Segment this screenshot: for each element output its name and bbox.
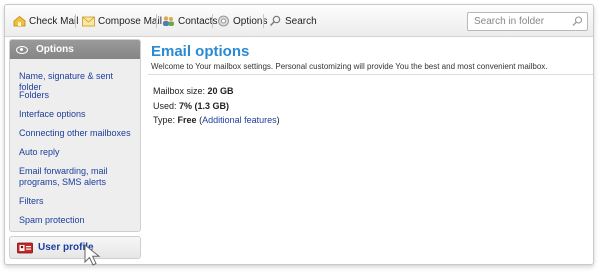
used-value: 7% (1.3 GB) [179, 101, 230, 111]
app-window: Check Mail Compose Mail Contacts Options [4, 4, 594, 265]
mailbox-size-label: Mailbox size: [153, 86, 206, 96]
search-icon [269, 15, 282, 27]
magnifier-icon[interactable] [572, 16, 583, 27]
type-row: Type: Free (Additional features) [153, 115, 280, 125]
search-input[interactable] [468, 13, 568, 30]
compose-mail-icon [82, 15, 95, 27]
toolbar-divider [156, 14, 157, 28]
user-profile-button[interactable]: User profile [9, 236, 141, 259]
sidebar-item-folders[interactable]: Folders [19, 90, 137, 101]
type-label: Type: [153, 115, 176, 125]
sidebar-item-email-forwarding[interactable]: Email forwarding, mail programs, SMS ale… [19, 166, 119, 188]
contacts-icon [162, 15, 175, 27]
compose-mail-button[interactable]: Compose Mail [82, 13, 162, 29]
user-profile-icon [17, 241, 34, 257]
search-button[interactable]: Search [269, 13, 317, 29]
options-button[interactable]: Options [217, 13, 267, 29]
contacts-button[interactable]: Contacts [162, 13, 217, 29]
toolbar-divider [263, 14, 264, 28]
page-title: Email options [151, 43, 250, 60]
sidebar-header[interactable]: Options [10, 40, 140, 59]
mouse-cursor-icon [84, 243, 108, 272]
options-icon [217, 15, 230, 27]
additional-features-link[interactable]: Additional features [202, 115, 277, 125]
sidebar-item-filters[interactable]: Filters [19, 196, 137, 207]
toolbar-divider [75, 14, 76, 28]
sidebar-item-spam-protection[interactable]: Spam protection [19, 215, 137, 226]
sidebar-header-label: Options [36, 44, 74, 55]
sidebar-item-connecting-mailboxes[interactable]: Connecting other mailboxes [19, 128, 137, 139]
compose-mail-label: Compose Mail [98, 15, 162, 27]
options-sidebar: Options Name, signature & sent folder Fo… [9, 39, 141, 232]
used-label: Used: [153, 101, 177, 111]
search-label: Search [285, 15, 317, 27]
toolbar-divider [212, 14, 213, 28]
type-value: Free [177, 115, 197, 125]
search-field[interactable] [467, 12, 588, 31]
sidebar-item-interface-options[interactable]: Interface options [19, 109, 137, 120]
sidebar-item-auto-reply[interactable]: Auto reply [19, 147, 137, 158]
used-row: Used: 7% (1.3 GB) [153, 101, 229, 111]
mailbox-size-row: Mailbox size: 20 GB [153, 86, 234, 96]
page-subtitle: Welcome to Your mailbox settings. Person… [151, 62, 548, 71]
check-mail-button[interactable]: Check Mail [13, 13, 78, 29]
type-link-close: ) [276, 115, 280, 125]
toolbar: Check Mail Compose Mail Contacts Options [5, 5, 593, 37]
title-divider [148, 74, 593, 75]
main-content: Email options Welcome to Your mailbox se… [148, 39, 593, 264]
options-eye-icon [16, 45, 28, 54]
check-mail-icon [13, 15, 26, 27]
mailbox-size-value: 20 GB [207, 86, 234, 96]
check-mail-label: Check Mail [29, 15, 79, 27]
